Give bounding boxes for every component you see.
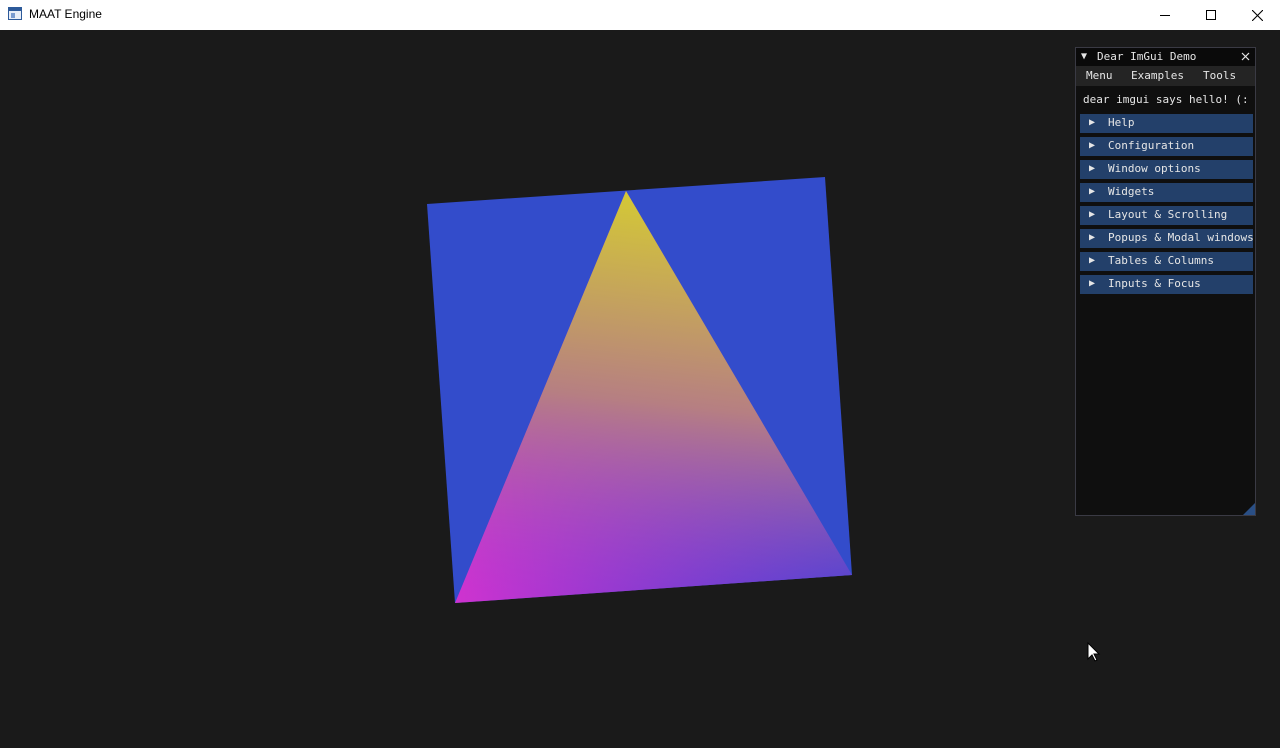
header-configuration[interactable]: ▶ Configuration [1080,137,1253,156]
header-popups-modal[interactable]: ▶ Popups & Modal windows [1080,229,1253,248]
header-tables-columns[interactable]: ▶ Tables & Columns [1080,252,1253,271]
header-label: Layout & Scrolling [1108,208,1228,221]
header-inputs-focus[interactable]: ▶ Inputs & Focus [1080,275,1253,294]
header-label: Tables & Columns [1108,254,1214,267]
imgui-titlebar[interactable]: ▼ Dear ImGui Demo [1076,48,1255,66]
imgui-menubar: Menu Examples Tools [1076,66,1255,86]
close-button[interactable] [1234,0,1280,30]
triangle-right-icon: ▶ [1089,278,1096,289]
app-window-icon [8,7,22,20]
hello-text: dear imgui says hello! (: [1083,93,1249,106]
header-label: Inputs & Focus [1108,277,1201,290]
triangle-right-icon: ▶ [1089,186,1096,197]
menu-item-menu[interactable]: Menu [1086,69,1113,83]
header-label: Configuration [1108,139,1195,152]
window-titlebar[interactable]: MAAT Engine [0,0,1280,30]
header-label: Window options [1108,162,1201,175]
triangle-right-icon: ▶ [1089,232,1096,243]
triangle-right-icon: ▶ [1089,140,1096,151]
maximize-button[interactable] [1188,0,1234,30]
triangle-right-icon: ▶ [1089,163,1096,174]
resize-grip[interactable] [1243,503,1255,515]
imgui-window-title: Dear ImGui Demo [1097,50,1197,63]
header-label: Popups & Modal windows [1108,231,1253,244]
close-icon [1251,9,1263,21]
maximize-icon [1206,10,1216,20]
header-widgets[interactable]: ▶ Widgets [1080,183,1253,202]
triangle-right-icon: ▶ [1089,255,1096,266]
triangle-down-icon[interactable]: ▼ [1081,50,1087,64]
triangle-right-icon: ▶ [1089,117,1096,128]
menu-item-examples[interactable]: Examples [1131,69,1184,83]
mouse-pointer-icon [1087,642,1101,662]
close-icon[interactable] [1239,50,1252,63]
window-title: MAAT Engine [29,7,102,21]
header-layout-scrolling[interactable]: ▶ Layout & Scrolling [1080,206,1253,225]
triangle-right-icon: ▶ [1089,209,1096,220]
minimize-button[interactable] [1142,0,1188,30]
header-window-options[interactable]: ▶ Window options [1080,160,1253,179]
header-label: Help [1108,116,1135,129]
menu-item-tools[interactable]: Tools [1203,69,1236,83]
header-help[interactable]: ▶ Help [1080,114,1253,133]
header-label: Widgets [1108,185,1155,198]
minimize-icon [1160,15,1170,16]
imgui-demo-window[interactable]: ▼ Dear ImGui Demo Menu Examples Tools de… [1075,47,1256,516]
